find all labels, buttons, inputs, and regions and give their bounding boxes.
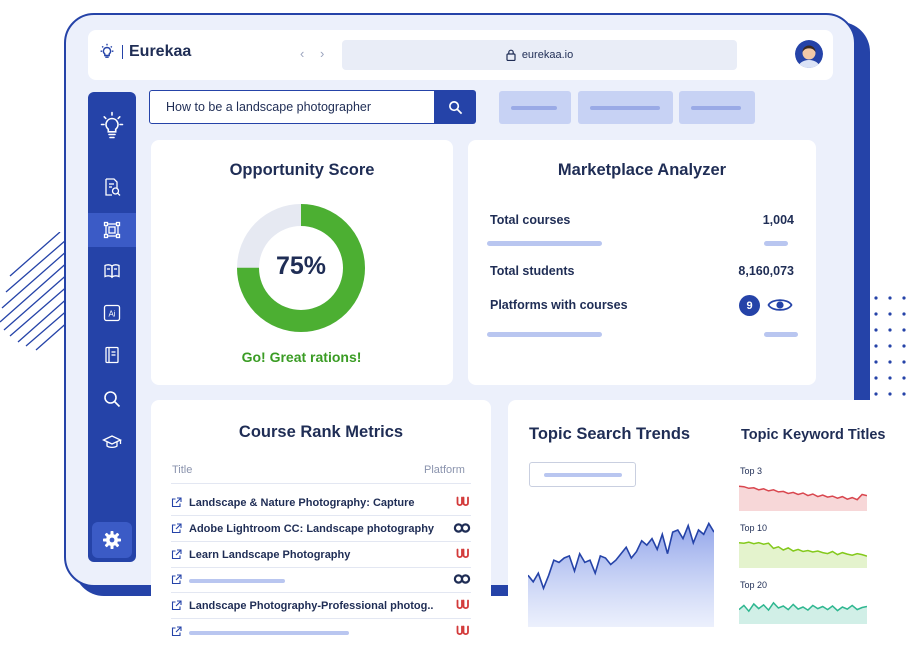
eye-icon[interactable] <box>767 296 793 314</box>
trend-area <box>528 523 714 627</box>
course-rank-metrics-title: Course Rank Metrics <box>238 423 404 441</box>
opportunity-score-caption: Go! Great rations! <box>241 349 362 365</box>
placeholder-bar <box>189 631 349 635</box>
platforms-label: Platforms with courses <box>490 298 628 312</box>
external-link-icon[interactable] <box>171 574 182 585</box>
svg-text:Ai: Ai <box>108 310 115 319</box>
table-row[interactable] <box>171 568 471 594</box>
settings-button[interactable] <box>92 522 132 558</box>
external-link-icon[interactable] <box>171 600 182 611</box>
marketplace-analyzer-title: Marketplace Analyzer <box>557 161 727 179</box>
sidebar-item-library[interactable] <box>88 254 136 288</box>
opportunity-score-title: Opportunity Score <box>229 161 375 179</box>
top-20-sparkline <box>739 601 867 624</box>
lock-icon <box>506 49 516 61</box>
sidebar-item-courses[interactable] <box>88 425 136 459</box>
nav-arrows[interactable]: ‹ › <box>300 46 330 61</box>
user-avatar-icon <box>795 40 823 68</box>
external-link-icon[interactable] <box>171 549 182 560</box>
total-students-value: 8,160,073 <box>738 264 794 278</box>
placeholder-bar <box>189 579 285 584</box>
column-header-platform: Platform <box>424 464 465 476</box>
topic-keyword-titles-title: Topic Keyword Titles <box>741 427 886 443</box>
topic-search-trends-title: Topic Search Trends <box>529 425 691 443</box>
search-icon <box>104 391 121 408</box>
lightbulb-icon <box>100 111 124 139</box>
table-row[interactable]: Adobe Lightroom CC: Landscape photograph… <box>171 517 471 543</box>
select-frame-icon <box>103 221 121 239</box>
sidebar-item-reports[interactable] <box>88 170 136 204</box>
url-bar[interactable]: eurekaa.io <box>342 40 737 70</box>
sidebar-brand[interactable] <box>88 106 136 146</box>
trend-range-select[interactable] <box>529 462 636 487</box>
top-3-label: Top 3 <box>740 466 763 476</box>
top-3-sparkline <box>739 485 867 511</box>
sidebar-item-notes[interactable] <box>88 338 136 372</box>
column-header-title: Title <box>172 464 193 476</box>
total-courses-value: 1,004 <box>762 213 794 227</box>
open-book-icon <box>104 264 120 279</box>
sidebar-item-ai[interactable]: Ai <box>88 296 136 330</box>
external-link-icon[interactable] <box>171 626 182 637</box>
decorative-stripes <box>0 232 71 351</box>
placeholder-bar <box>544 473 622 477</box>
url-text: eurekaa.io <box>521 49 574 61</box>
placeholder-bar <box>764 332 798 337</box>
placeholder-bar <box>487 332 602 337</box>
opportunity-score-value: 75% <box>275 252 327 280</box>
search-icon <box>448 100 462 114</box>
course-title[interactable]: Landscape Photography-Professional photo… <box>189 600 433 612</box>
udemy-logo-icon <box>456 496 469 506</box>
app-logo[interactable]: Eurekaa <box>98 43 191 61</box>
filter-pill-1[interactable] <box>499 91 571 124</box>
sparkline-area <box>739 602 867 624</box>
ai-icon: Ai <box>103 304 121 322</box>
avatar[interactable] <box>795 40 823 68</box>
table-row[interactable]: Landscape Photography-Professional photo… <box>171 594 471 620</box>
filter-pill-placeholder <box>590 106 660 110</box>
filter-pill-placeholder <box>691 106 741 110</box>
placeholder-bar <box>764 241 788 246</box>
sidebar-item-analyzer[interactable] <box>88 213 136 247</box>
external-link-icon[interactable] <box>171 523 182 534</box>
top-10-sparkline <box>739 541 867 568</box>
course-title[interactable]: Learn Landscape Photography <box>189 549 350 561</box>
total-students-label: Total students <box>490 264 575 278</box>
external-link-icon[interactable] <box>171 497 182 508</box>
logo-divider <box>122 45 123 59</box>
table-row[interactable]: Learn Landscape Photography <box>171 543 471 569</box>
platforms-count-badge: 9 <box>739 295 760 316</box>
top-20-label: Top 20 <box>740 580 768 590</box>
filter-pill-2[interactable] <box>578 91 673 124</box>
lightbulb-logo-icon <box>100 43 114 58</box>
course-title[interactable]: Adobe Lightroom CC: Landscape photograph… <box>189 523 434 535</box>
row-divider <box>171 483 471 484</box>
placeholder-bar <box>487 241 602 246</box>
udemy-logo-icon <box>456 548 469 558</box>
graduation-cap-icon <box>102 435 122 448</box>
notebook-icon <box>105 346 119 364</box>
udemy-logo-icon <box>456 599 469 610</box>
search-button[interactable] <box>434 90 476 124</box>
app-name: Eurekaa <box>129 43 192 60</box>
top-10-label: Top 10 <box>740 523 768 533</box>
topic-search-trends-chart <box>528 521 714 627</box>
document-search-icon <box>105 178 121 196</box>
decorative-dots <box>874 296 906 396</box>
filter-pill-placeholder <box>511 106 557 110</box>
sparkline-area <box>739 542 867 568</box>
search-input[interactable]: How to be a landscape photographer <box>149 90 435 124</box>
course-title[interactable]: Landscape & Nature Photography: Capture <box>189 497 415 509</box>
total-courses-label: Total courses <box>490 213 571 227</box>
coursera-logo-icon <box>453 523 471 533</box>
sidebar: Ai <box>88 92 136 562</box>
table-row[interactable]: Landscape & Nature Photography: Capture <box>171 491 471 517</box>
table-row[interactable] <box>171 620 471 646</box>
udemy-logo-icon <box>456 625 469 635</box>
sidebar-item-search[interactable] <box>88 382 136 416</box>
coursera-logo-icon <box>453 574 471 585</box>
filter-pill-3[interactable] <box>679 91 755 124</box>
gear-icon <box>103 531 121 549</box>
